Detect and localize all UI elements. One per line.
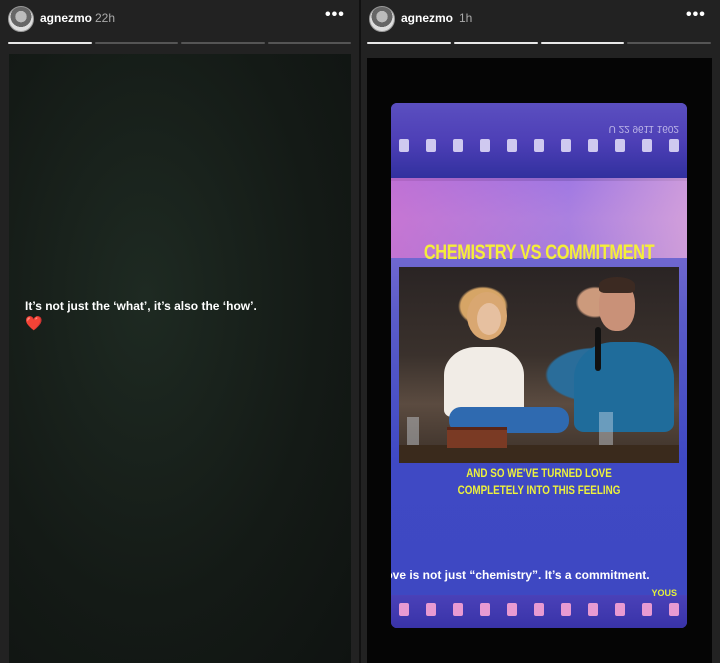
table: [399, 445, 679, 463]
story-progress-bar: [8, 42, 351, 45]
progress-segment: [540, 42, 625, 44]
heart-emoji: ❤️: [25, 315, 43, 331]
post-time: 1h: [459, 11, 473, 25]
video-frame[interactable]: U 22 9611 1602 CHEMISTRY VS COMMITMENT A…: [391, 103, 687, 628]
glass: [599, 412, 613, 445]
post-time: 22h: [95, 11, 116, 25]
man-figure: [574, 342, 674, 432]
story-content[interactable]: U 22 9611 1602 CHEMISTRY VS COMMITMENT A…: [367, 58, 712, 663]
story-progress-bar: [367, 42, 711, 45]
progress-segment: [181, 42, 265, 44]
progress-segment: [453, 42, 538, 44]
more-options-icon[interactable]: •••: [325, 6, 345, 24]
story-panel-left[interactable]: agnezmo 22h ••• It’s not just the ‘what’…: [0, 0, 359, 663]
progress-segment: [8, 42, 92, 44]
avatar[interactable]: [8, 6, 34, 32]
film-sprockets: [391, 603, 687, 619]
story-caption: Love is not just “chemistry”. It’s a com…: [391, 568, 650, 582]
books: [447, 427, 507, 448]
progress-segment: [627, 42, 711, 44]
avatar[interactable]: [369, 6, 395, 32]
story-caption: It’s not just the ‘what’, it’s also the …: [25, 299, 257, 313]
story-header: agnezmo 22h •••: [0, 0, 359, 40]
story-panel-right[interactable]: agnezmo 1h ••• U 22 9611 1602 CHEMISTRY …: [361, 0, 720, 663]
more-options-icon[interactable]: •••: [686, 6, 706, 24]
progress-segment: [267, 42, 351, 44]
progress-segment: [94, 42, 178, 44]
brand-logo: YOUS: [651, 588, 677, 598]
film-edge-text: U 22 9611 1602: [608, 123, 679, 134]
video-subtitle: AND SO WE'VE TURNED LOVE COMPLETELY INTO…: [418, 465, 661, 499]
subtitle-line: COMPLETELY INTO THIS FEELING: [457, 483, 621, 497]
film-strip-top: U 22 9611 1602: [391, 103, 687, 181]
video-still-photo: [399, 267, 679, 463]
video-title: CHEMISTRY VS COMMITMENT: [423, 241, 655, 264]
story-content[interactable]: It’s not just the ‘what’, it’s also the …: [9, 54, 351, 663]
username[interactable]: agnezmo: [40, 11, 92, 25]
film-strip-bottom: [391, 595, 687, 628]
subtitle-line: AND SO WE'VE TURNED LOVE: [466, 466, 612, 480]
story-header: agnezmo 1h •••: [361, 0, 720, 40]
progress-segment: [367, 42, 451, 44]
glass: [407, 417, 419, 445]
film-sprockets: [391, 139, 687, 155]
username[interactable]: agnezmo: [401, 11, 453, 25]
microphone: [595, 327, 601, 371]
